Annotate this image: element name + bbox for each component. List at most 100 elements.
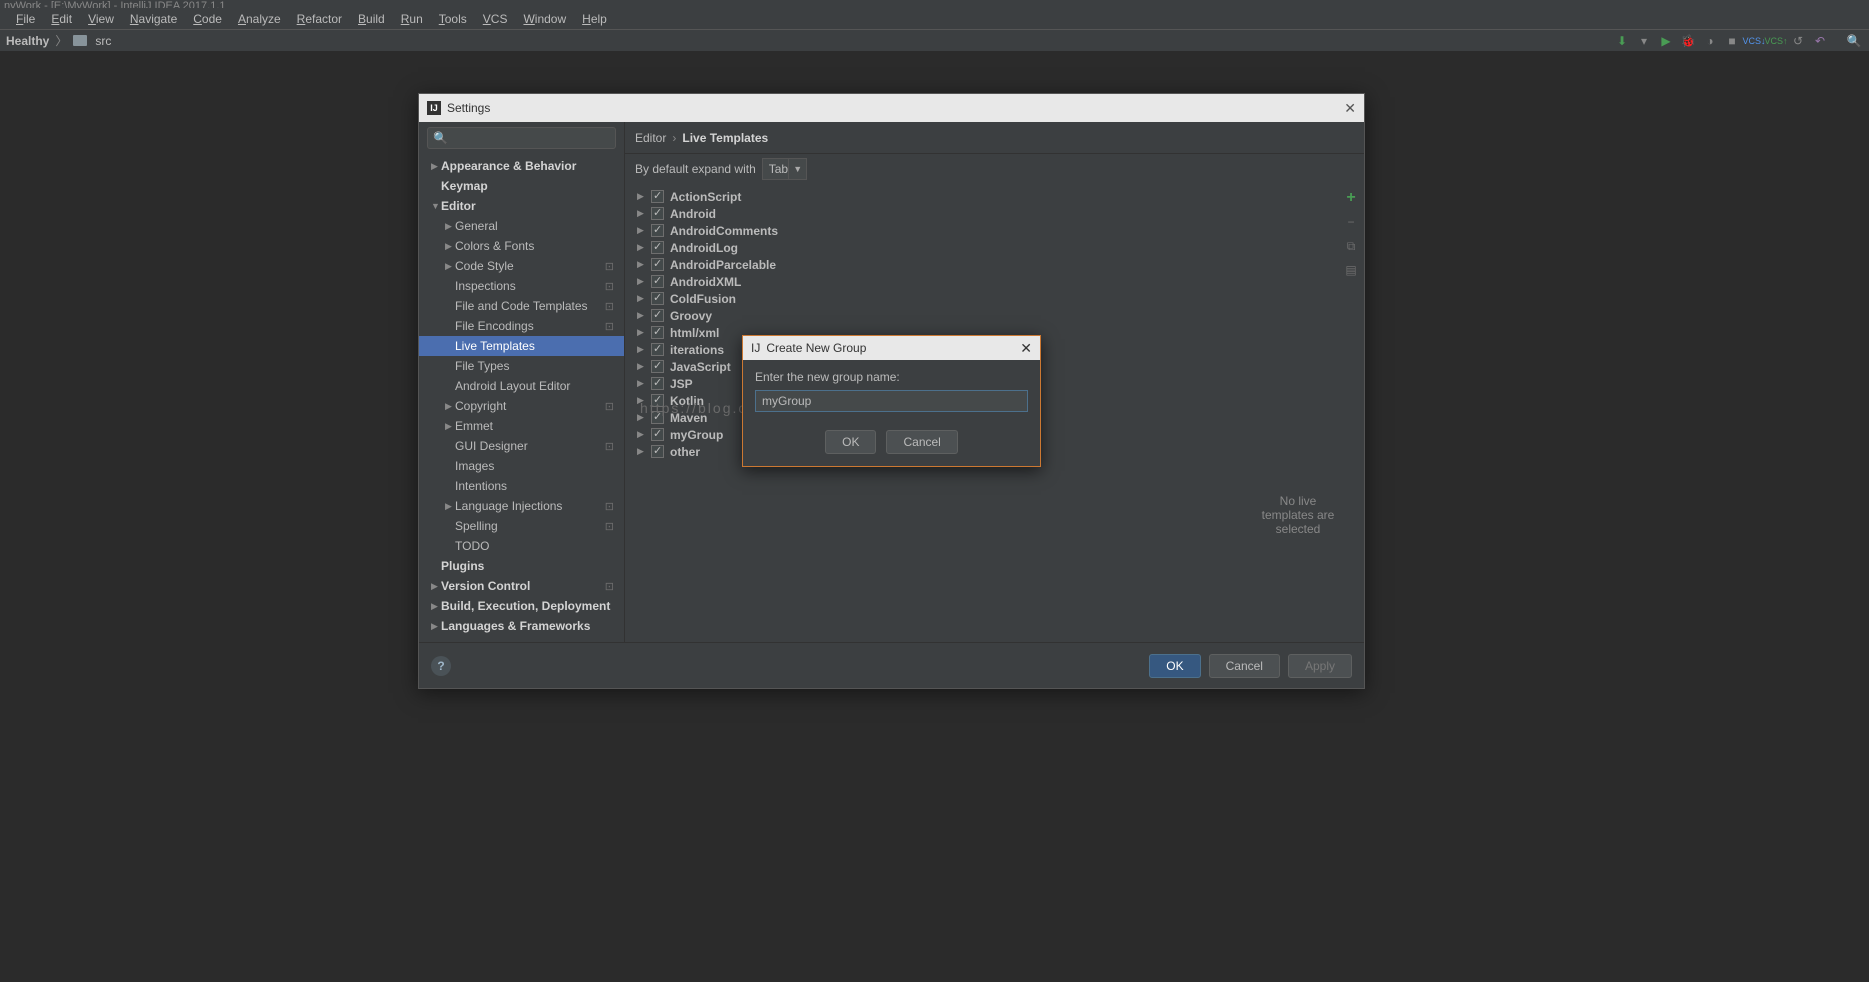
sidebar-item-file-and-code-templates[interactable]: File and Code Templates⊡ [419,296,624,316]
menu-analyze[interactable]: Analyze [230,10,289,28]
template-checkbox[interactable] [651,445,664,458]
sidebar-item-gui-designer[interactable]: GUI Designer⊡ [419,436,624,456]
template-group-androidxml[interactable]: ▶AndroidXML [625,273,1338,290]
settings-search-input[interactable] [427,127,616,149]
template-group-androidlog[interactable]: ▶AndroidLog [625,239,1338,256]
menu-help[interactable]: Help [574,10,615,28]
menu-edit[interactable]: Edit [43,10,80,28]
template-checkbox[interactable] [651,343,664,356]
template-checkbox[interactable] [651,326,664,339]
sidebar-item-intentions[interactable]: Intentions [419,476,624,496]
template-checkbox[interactable] [651,258,664,271]
stop-icon[interactable]: ■ [1723,32,1741,50]
sidebar-item-languages-frameworks[interactable]: ▶Languages & Frameworks [419,616,624,636]
template-group-coldfusion[interactable]: ▶ColdFusion [625,290,1338,307]
sidebar-item-todo[interactable]: TODO [419,536,624,556]
template-name: ColdFusion [670,292,736,306]
sidebar-item-colors-fonts[interactable]: ▶Colors & Fonts [419,236,624,256]
sidebar-item-live-templates[interactable]: Live Templates [419,336,624,356]
template-checkbox[interactable] [651,190,664,203]
sidebar-item-code-style[interactable]: ▶Code Style⊡ [419,256,624,276]
run-icon[interactable]: ▶ [1657,32,1675,50]
sidebar-item-inspections[interactable]: Inspections⊡ [419,276,624,296]
cancel-button[interactable]: Cancel [886,430,957,454]
menu-file[interactable]: File [8,10,43,28]
close-icon[interactable]: ✕ [1344,100,1356,117]
menu-view[interactable]: View [80,10,122,28]
vcs-commit-icon[interactable]: VCS↑ [1767,32,1785,50]
arrow-icon: ▶ [637,429,645,440]
template-checkbox[interactable] [651,428,664,441]
search-everywhere-icon[interactable]: 🔍 [1845,32,1863,50]
copy-icon[interactable]: ⧉ [1343,238,1359,254]
template-checkbox[interactable] [651,309,664,322]
template-checkbox[interactable] [651,207,664,220]
make-project-icon[interactable]: ⬇ [1613,32,1631,50]
sidebar-item-spelling[interactable]: Spelling⊡ [419,516,624,536]
settings-tree[interactable]: ▶Appearance & Behavior Keymap ▼Editor▶Gene… [419,154,624,642]
apply-button[interactable]: Apply [1288,654,1352,678]
ok-button[interactable]: OK [825,430,876,454]
template-checkbox[interactable] [651,224,664,237]
template-group-groovy[interactable]: ▶Groovy [625,307,1338,324]
menu-build[interactable]: Build [350,10,393,28]
template-group-actionscript[interactable]: ▶ActionScript [625,188,1338,205]
vcs-history-icon[interactable]: ↺ [1789,32,1807,50]
sidebar-item-images[interactable]: Images [419,456,624,476]
menu-tools[interactable]: Tools [431,10,475,28]
template-group-androidparcelable[interactable]: ▶AndroidParcelable [625,256,1338,273]
template-checkbox[interactable] [651,275,664,288]
sidebar-item-label: Emmet [455,419,493,433]
sidebar-item-version-control[interactable]: ▶Version Control⊡ [419,576,624,596]
template-checkbox[interactable] [651,292,664,305]
ok-button[interactable]: OK [1149,654,1200,678]
run-config-dropdown[interactable]: ▾ [1635,32,1653,50]
sidebar-item-file-encodings[interactable]: File Encodings⊡ [419,316,624,336]
sidebar-item-emmet[interactable]: ▶Emmet [419,416,624,436]
template-group-androidcomments[interactable]: ▶AndroidComments [625,222,1338,239]
sidebar-item-keymap[interactable]: Keymap [419,176,624,196]
template-checkbox[interactable] [651,241,664,254]
add-icon[interactable]: + [1343,190,1359,206]
sidebar-item-editor[interactable]: ▼Editor [419,196,624,216]
coverage-icon[interactable]: ◑ [1701,32,1719,50]
sidebar-item-file-types[interactable]: File Types [419,356,624,376]
sidebar-item-language-injections[interactable]: ▶Language Injections⊡ [419,496,624,516]
sidebar-item-android-layout-editor[interactable]: Android Layout Editor [419,376,624,396]
sidebar-item-label: Keymap [441,179,488,193]
menu-vcs[interactable]: VCS [475,10,516,28]
sidebar-item-label: Live Templates [455,339,535,353]
menu-window[interactable]: Window [515,10,574,28]
vcs-revert-icon[interactable]: ↶ [1811,32,1829,50]
help-icon[interactable]: ? [431,656,451,676]
paste-icon[interactable]: ▤ [1343,262,1359,278]
arrow-icon: ▼ [431,201,441,211]
template-checkbox[interactable] [651,411,664,424]
vcs-update-icon[interactable]: VCS↓ [1745,32,1763,50]
template-group-android[interactable]: ▶Android [625,205,1338,222]
menu-run[interactable]: Run [393,10,431,28]
menu-navigate[interactable]: Navigate [122,10,185,28]
window-titlebar: nyWork - [E:\MyWork] - IntelliJ IDEA 201… [0,0,1869,8]
sidebar-item-build-execution-deployment[interactable]: ▶Build, Execution, Deployment [419,596,624,616]
cancel-button[interactable]: Cancel [1209,654,1280,678]
expand-with-combo[interactable]: Tab ▼ [762,158,807,180]
project-scope-icon: ⊡ [605,500,614,513]
sidebar-item-general[interactable]: ▶General [419,216,624,236]
template-checkbox[interactable] [651,394,664,407]
sidebar-item-plugins[interactable]: Plugins [419,556,624,576]
breadcrumb-folder[interactable]: src [95,34,111,48]
sidebar-item-appearance-behavior[interactable]: ▶Appearance & Behavior [419,156,624,176]
settings-sidebar: 🔍 ▶Appearance & BehaviorKeymap▼Editor▶Ge… [419,122,625,642]
menu-code[interactable]: Code [185,10,230,28]
template-checkbox[interactable] [651,360,664,373]
breadcrumb-project[interactable]: Healthy [6,34,49,48]
remove-icon[interactable]: − [1343,214,1359,230]
sidebar-item-label: Copyright [455,399,506,413]
group-name-input[interactable] [755,390,1028,412]
template-checkbox[interactable] [651,377,664,390]
sidebar-item-copyright[interactable]: ▶Copyright⊡ [419,396,624,416]
debug-icon[interactable]: 🐞 [1679,32,1697,50]
menu-refactor[interactable]: Refactor [289,10,350,28]
close-icon[interactable]: ✕ [1020,340,1032,357]
